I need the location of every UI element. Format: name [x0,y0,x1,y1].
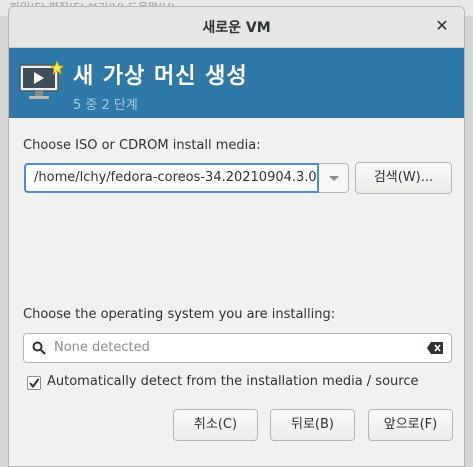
os-search-placeholder: None detected [54,340,150,355]
iso-label: Choose ISO or CDROM install media: [23,138,261,153]
window-title: 새로운 VM [202,20,271,36]
checkmark-icon [29,378,40,389]
browse-button[interactable]: 검색(W)... [355,162,452,194]
os-search-input[interactable]: None detected [23,333,452,363]
forward-button[interactable]: 앞으로(F) [368,409,453,441]
background-app-left [0,16,8,467]
wizard-heading: 새 가상 머신 생성 [73,64,248,89]
monitor-star-icon [19,59,63,99]
clear-text-icon[interactable] [427,342,443,354]
auto-detect-label[interactable]: Automatically detect from the installati… [47,374,418,389]
iso-path-input[interactable]: /home/lchy/fedora-coreos-34.20210904.3.0 [24,163,319,193]
iso-dropdown-button[interactable] [319,163,349,193]
back-button[interactable]: 뒤로(B) [270,409,355,441]
os-label: Choose the operating system you are inst… [23,307,336,322]
search-icon [32,341,46,355]
titlebar: 새로운 VM ✕ [9,7,464,48]
chevron-down-icon [329,176,339,181]
background-app-right [465,16,473,467]
cancel-button[interactable]: 취소(C) [173,409,258,441]
auto-detect-checkbox[interactable] [27,376,41,390]
wizard-step: 5 중 2 단계 [73,98,138,113]
close-icon[interactable]: ✕ [432,16,452,36]
wizard-banner: 새 가상 머신 생성 5 중 2 단계 [9,48,464,118]
new-vm-dialog: 새로운 VM ✕ 새 가상 머신 생성 5 중 2 단계 Choose ISO … [8,6,465,467]
